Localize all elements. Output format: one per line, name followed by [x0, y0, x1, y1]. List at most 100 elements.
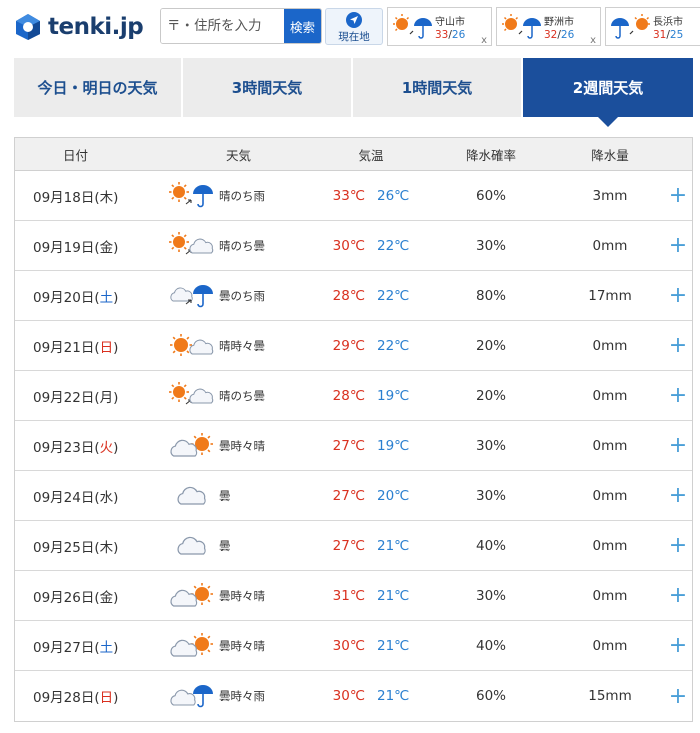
table-row[interactable]: 09月28日(日) 曇時々雨 30℃ 21℃ 60% 15mm +	[15, 671, 692, 721]
rain-then-sun-icon	[611, 14, 650, 39]
row-temp: 27℃ 21℃	[316, 538, 426, 554]
table-row[interactable]: 09月20日(土) 曇のち雨 28℃ 22℃ 80% 17mm +	[15, 271, 692, 321]
favorite-remove-button[interactable]: x	[590, 35, 596, 46]
day-of-week: 土	[99, 639, 114, 656]
date-close-paren: )	[113, 389, 119, 406]
site-logo[interactable]: tenki.jp	[14, 10, 154, 44]
temp-high: 31℃	[332, 587, 365, 604]
weather-text: 曇時々晴	[219, 638, 265, 653]
table-row[interactable]: 09月22日(月) 晴のち曇 28℃ 19℃ 20% 0mm +	[15, 371, 692, 421]
header-date: 日付	[63, 147, 89, 163]
expand-row-button[interactable]: +	[664, 483, 692, 508]
precip-amount: 0mm	[592, 487, 628, 504]
expand-row-button[interactable]: +	[664, 233, 692, 258]
active-tab-pointer	[598, 117, 618, 127]
two-week-forecast-table: 日付 天気 気温 降水確率 降水量 09月18日(木) 晴のち雨 33℃ 26℃ …	[14, 137, 693, 722]
temp-high: 30℃	[332, 688, 365, 704]
date-close-paren: )	[113, 439, 119, 456]
table-row[interactable]: 09月27日(土) 曇時々晴 30℃ 21℃ 40% 0mm +	[15, 621, 692, 671]
table-row[interactable]: 09月18日(木) 晴のち雨 33℃ 26℃ 60% 3mm +	[15, 171, 692, 221]
favorite-city-temps: 33/26	[435, 29, 466, 41]
expand-row-button[interactable]: +	[664, 633, 692, 658]
row-temp: 28℃ 19℃	[316, 388, 426, 404]
row-weather: 晴のち雨	[161, 181, 316, 211]
expand-row-button[interactable]: +	[664, 533, 692, 558]
precip-prob: 80%	[475, 287, 506, 304]
expand-row-button[interactable]: +	[664, 684, 692, 709]
favorite-city-temps: 31/25	[653, 29, 684, 41]
row-weather: 晴時々曇	[161, 331, 316, 361]
tab-today-tomorrow[interactable]: 今日・明日の天気	[14, 58, 181, 117]
day-of-week: 木	[99, 189, 114, 206]
expand-row-button[interactable]: +	[664, 183, 692, 208]
favorite-city-yasu[interactable]: 野洲市 32/26 x	[496, 7, 601, 46]
table-row[interactable]: 09月26日(金) 曇時々晴 31℃ 21℃ 30% 0mm +	[15, 571, 692, 621]
row-weather: 曇	[161, 531, 316, 561]
weather-text: 晴のち曇	[219, 238, 265, 253]
date-text: 09月25日(	[33, 539, 100, 556]
temp-low: 21℃	[377, 637, 410, 654]
row-temp: 29℃ 22℃	[316, 338, 426, 354]
row-weather: 曇時々晴	[161, 581, 316, 611]
day-of-week: 日	[99, 690, 114, 706]
tab-2week[interactable]: 2週間天気	[523, 58, 693, 127]
tab-1hour[interactable]: 1時間天気	[353, 58, 521, 117]
logo-text: tenki.jp	[48, 14, 144, 40]
temp-low: 22℃	[377, 287, 410, 304]
date-text: 09月21日(	[33, 339, 100, 356]
temp-low: 22℃	[377, 237, 410, 254]
day-of-week: 火	[99, 439, 114, 456]
temp-high: 33℃	[332, 187, 365, 204]
expand-row-button[interactable]: +	[664, 333, 692, 358]
row-temp: 27℃ 19℃	[316, 438, 426, 454]
row-temp: 33℃ 26℃	[316, 188, 426, 204]
table-row[interactable]: 09月25日(木) 曇 27℃ 21℃ 40% 0mm +	[15, 521, 692, 571]
day-of-week: 水	[99, 489, 114, 506]
current-location-button[interactable]: 現在地	[325, 8, 383, 45]
favorite-remove-button[interactable]: x	[481, 35, 487, 46]
row-date: 09月20日(土)	[15, 286, 161, 306]
search-input[interactable]	[161, 9, 284, 43]
search-button[interactable]: 検索	[284, 9, 321, 43]
favorite-city-moriyama[interactable]: 守山市 33/26 x	[387, 7, 492, 46]
expand-row-button[interactable]: +	[664, 433, 692, 458]
weather-text: 曇のち雨	[219, 288, 265, 303]
tab-label: 今日・明日の天気	[37, 79, 158, 97]
expand-row-button[interactable]: +	[664, 383, 692, 408]
precip-prob: 40%	[475, 537, 506, 554]
temp-low: 22℃	[377, 337, 410, 354]
expand-row-button[interactable]: +	[664, 583, 692, 608]
precip-amount: 0mm	[592, 587, 628, 604]
favorite-city-nagahama[interactable]: 長浜市 31/25	[605, 7, 700, 46]
row-weather: 晴のち曇	[161, 231, 316, 261]
weather-text: 曇時々雨	[219, 689, 265, 703]
weather-text: 晴時々曇	[219, 338, 265, 353]
temp-low: 21℃	[377, 688, 410, 704]
tab-label: 1時間天気	[401, 79, 473, 97]
date-close-paren: )	[113, 489, 119, 506]
precip-prob: 60%	[475, 187, 506, 204]
date-close-paren: )	[113, 690, 119, 706]
row-weather: 曇時々雨	[161, 681, 316, 711]
row-date: 09月19日(金)	[15, 236, 161, 256]
date-text: 09月18日(	[33, 189, 100, 206]
cloud-sometimes-rain-icon	[170, 685, 213, 708]
tab-3hour[interactable]: 3時間天気	[183, 58, 351, 117]
current-location-label: 現在地	[338, 31, 370, 43]
table-row[interactable]: 09月19日(金) 晴のち曇 30℃ 22℃ 30% 0mm +	[15, 221, 692, 271]
weather-text: 晴のち曇	[219, 388, 265, 403]
temp-low: 26℃	[377, 187, 410, 204]
precip-prob: 60%	[475, 688, 506, 704]
sun-then-cloud-icon	[169, 381, 214, 404]
date-text: 09月26日(	[33, 589, 100, 606]
expand-row-button[interactable]: +	[664, 283, 692, 308]
sun-then-rain-icon	[393, 14, 432, 39]
sun-then-rain-icon	[502, 14, 541, 39]
precip-amount: 3mm	[592, 187, 628, 204]
table-row[interactable]: 09月23日(火) 曇時々晴 27℃ 19℃ 30% 0mm +	[15, 421, 692, 471]
day-of-week: 木	[99, 539, 114, 556]
table-row[interactable]: 09月24日(水) 曇 27℃ 20℃ 30% 0mm +	[15, 471, 692, 521]
table-row[interactable]: 09月21日(日) 晴時々曇 29℃ 22℃ 20% 0mm +	[15, 321, 692, 371]
precip-amount: 0mm	[592, 237, 628, 254]
temp-low: 20℃	[377, 487, 410, 504]
